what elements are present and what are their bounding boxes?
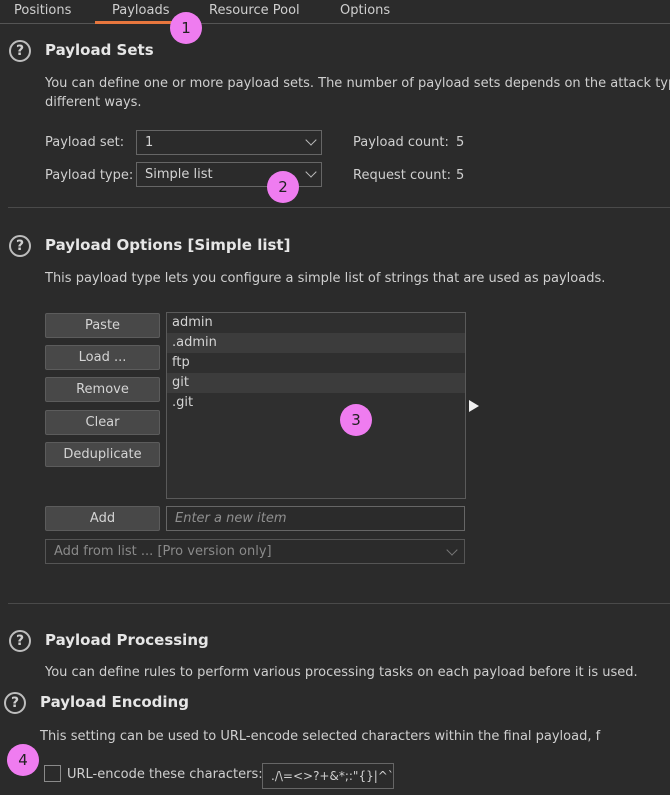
payload-processing-title: Payload Processing	[45, 631, 209, 649]
tab-payloads[interactable]: Payloads	[112, 3, 169, 18]
deduplicate-button[interactable]: Deduplicate	[45, 442, 160, 467]
payload-count-label: Payload count:	[353, 135, 449, 150]
payload-set-select[interactable]: 1	[136, 130, 322, 155]
list-item[interactable]: .git	[167, 393, 465, 413]
payload-type-value: Simple list	[145, 167, 213, 182]
list-item[interactable]: admin	[167, 313, 465, 333]
add-from-list-select: Add from list ... [Pro version only]	[45, 539, 465, 564]
url-encode-characters-input[interactable]: ./\=<>?+&*;:"{}|^`	[262, 763, 394, 789]
payload-encoding-title: Payload Encoding	[40, 693, 189, 711]
tab-options[interactable]: Options	[340, 3, 390, 18]
chevron-down-icon	[305, 134, 317, 146]
paste-button[interactable]: Paste	[45, 313, 160, 338]
help-icon[interactable]: ?	[9, 235, 31, 257]
new-item-input[interactable]: Enter a new item	[166, 506, 465, 531]
list-item[interactable]: git	[167, 373, 465, 393]
list-item[interactable]: .admin	[167, 333, 465, 353]
request-count-value: 5	[456, 168, 465, 183]
chevron-down-icon	[305, 166, 317, 178]
clear-button[interactable]: Clear	[45, 410, 160, 435]
tab-bar: Positions Payloads Resource Pool Options	[0, 0, 670, 24]
payload-count-value: 5	[456, 135, 465, 150]
payload-sets-desc-line2: different ways.	[45, 95, 142, 110]
annotation-marker-3: 3	[340, 404, 372, 436]
tab-positions[interactable]: Positions	[14, 3, 71, 18]
help-icon[interactable]: ?	[4, 692, 26, 714]
tab-resource-pool[interactable]: Resource Pool	[209, 3, 300, 18]
payload-options-desc: This payload type lets you configure a s…	[45, 271, 606, 286]
payload-set-value: 1	[145, 135, 154, 150]
payload-sets-title: Payload Sets	[45, 41, 154, 59]
expand-arrow-icon[interactable]	[469, 400, 479, 412]
section-divider	[8, 207, 670, 208]
add-from-list-label: Add from list ... [Pro version only]	[54, 544, 272, 559]
add-button[interactable]: Add	[45, 506, 160, 531]
section-divider	[8, 603, 670, 604]
payload-options-title: Payload Options [Simple list]	[45, 236, 291, 254]
load-button[interactable]: Load ...	[45, 345, 160, 370]
remove-button[interactable]: Remove	[45, 377, 160, 402]
url-encode-label: URL-encode these characters:	[67, 767, 263, 782]
help-icon[interactable]: ?	[9, 40, 31, 62]
list-item[interactable]: ftp	[167, 353, 465, 373]
annotation-marker-4: 4	[7, 744, 39, 776]
annotation-marker-1: 1	[170, 12, 202, 44]
chevron-down-icon	[446, 544, 458, 556]
payload-sets-desc-line1: You can define one or more payload sets.…	[45, 76, 670, 91]
payload-set-label: Payload set:	[45, 135, 125, 150]
url-encode-checkbox[interactable]	[44, 765, 61, 782]
payload-processing-desc: You can define rules to perform various …	[45, 665, 638, 680]
request-count-label: Request count:	[353, 168, 451, 183]
active-tab-indicator	[95, 21, 178, 24]
annotation-marker-2: 2	[267, 171, 299, 203]
payload-encoding-desc: This setting can be used to URL-encode s…	[40, 729, 601, 744]
help-icon[interactable]: ?	[9, 630, 31, 652]
payload-type-label: Payload type:	[45, 168, 134, 183]
payload-list[interactable]: admin .admin ftp git .git	[166, 312, 466, 499]
